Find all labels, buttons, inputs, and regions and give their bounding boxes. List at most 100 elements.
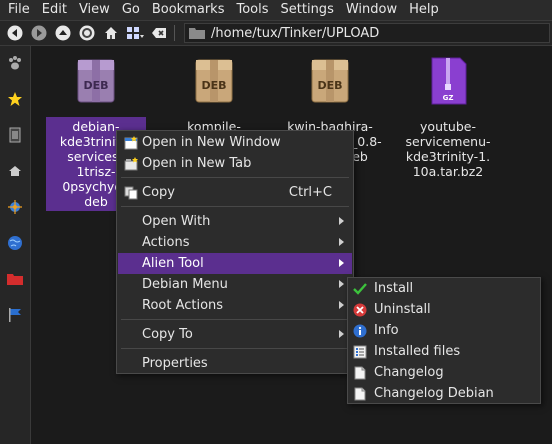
menu-separator [121,319,349,320]
up-icon[interactable] [54,24,72,42]
menu-item-open-new-window[interactable]: Open in New Window [118,132,352,153]
reload-icon[interactable] [78,24,96,42]
file-item[interactable]: GZ youtube- servicemenu- kde3trinity-1. … [398,56,498,181]
folder-icon[interactable] [6,270,24,288]
menu-separator [121,206,349,207]
menu-item-properties[interactable]: Properties [118,353,352,374]
context-menu: Open in New Window Open in New Tab Copy … [116,130,354,374]
toolbar: /home/tux/Tinker/UPLOAD [0,21,552,46]
folder-icon [189,28,205,39]
location-bar[interactable]: /home/tux/Tinker/UPLOAD [184,23,550,43]
list-icon [352,344,368,360]
menu-edit[interactable]: Edit [36,0,73,20]
menu-item-label: Open With [142,214,211,229]
menu-bookmarks[interactable]: Bookmarks [146,0,231,20]
film-icon[interactable] [6,126,24,144]
deb-package-icon: DEB [311,59,349,103]
submenu-arrow-icon [339,217,344,225]
menu-item-label: Actions [142,235,190,250]
menu-view[interactable]: View [73,0,116,20]
gz-archive-icon: GZ [431,57,467,105]
menu-go[interactable]: Go [116,0,146,20]
submenu-item-changelog[interactable]: Changelog [349,362,539,383]
paw-icon[interactable] [6,54,24,72]
submenu-arrow-icon [339,301,344,309]
check-icon [352,281,368,297]
file-name-line: 10a.tar.bz2 [412,164,484,179]
menu-item-label: Debian Menu [142,277,228,292]
menu-help[interactable]: Help [403,0,445,20]
menu-item-shortcut: Ctrl+C [288,185,332,200]
menu-item-label: Alien Tool [142,256,204,271]
menu-item-label: Copy [142,185,175,200]
home-icon[interactable] [102,24,120,42]
menu-item-label: Root Actions [142,298,224,313]
deb-package-icon: DEB [195,59,233,103]
svg-text:GZ: GZ [443,94,454,102]
home-icon[interactable] [6,162,24,180]
menu-item-spacer [123,235,139,251]
menu-item-open-with[interactable]: Open With [118,211,352,232]
document-icon [352,386,368,402]
copy-icon [123,185,139,201]
deb-package-icon: DEB [77,59,115,103]
file-name-line: kde3trinity-1. [405,149,491,164]
submenu-arrow-icon [339,280,344,288]
file-name-line: youtube- [420,119,476,134]
menu-item-actions[interactable]: Actions [118,232,352,253]
star-icon[interactable] [6,90,24,108]
file-manager-window: File Edit View Go Bookmarks Tools Settin… [0,0,552,444]
menu-item-label: Info [374,323,399,338]
submenu-item-info[interactable]: Info [349,320,539,341]
submenu-arrow-icon [339,259,344,267]
forward-icon[interactable] [30,24,48,42]
alien-tool-submenu: Install Uninstall Info Installed files C… [347,277,541,404]
info-icon [352,323,368,339]
menu-item-copy-to[interactable]: Copy To [118,324,352,345]
menu-item-alien-tool[interactable]: Alien Tool [118,253,352,274]
menu-item-label: Uninstall [374,302,431,317]
menubar: File Edit View Go Bookmarks Tools Settin… [0,0,552,21]
menu-item-spacer [123,298,139,314]
flag-icon[interactable] [6,306,24,324]
menu-item-label: Open in New Tab [142,156,252,171]
menu-settings[interactable]: Settings [275,0,340,20]
menu-item-spacer [123,327,139,343]
menu-tools[interactable]: Tools [230,0,274,20]
menu-separator [121,177,349,178]
new-window-icon [123,135,139,151]
location-path: /home/tux/Tinker/UPLOAD [211,25,380,41]
menu-item-label: Open in New Window [142,135,281,150]
menu-window[interactable]: Window [340,0,403,20]
view-mode-icon[interactable] [126,24,144,42]
submenu-item-changelog-debian[interactable]: Changelog Debian [349,383,539,404]
submenu-item-uninstall[interactable]: Uninstall [349,299,539,320]
new-tab-icon [123,156,139,172]
menu-item-label: Properties [142,356,208,371]
back-icon[interactable] [6,24,24,42]
submenu-item-install[interactable]: Install [349,278,539,299]
submenu-item-installed-files[interactable]: Installed files [349,341,539,362]
submenu-arrow-icon [339,330,344,338]
menu-item-open-new-tab[interactable]: Open in New Tab [118,153,352,174]
clear-icon[interactable] [150,24,168,42]
toolbar-separator [174,25,175,41]
file-name: youtube- servicemenu- kde3trinity-1. 10a… [398,117,498,181]
menu-item-label: Changelog [374,365,444,380]
menu-item-root-actions[interactable]: Root Actions [118,295,352,316]
network-icon[interactable] [6,198,24,216]
menu-separator [121,348,349,349]
menu-item-label: Installed files [374,344,461,359]
sidebar [0,46,31,444]
menu-item-debian-menu[interactable]: Debian Menu [118,274,352,295]
remove-icon [352,302,368,318]
menu-file[interactable]: File [0,0,36,20]
menu-item-label: Copy To [142,327,193,342]
file-name-line: servicemenu- [405,134,491,149]
globe-icon[interactable] [6,234,24,252]
document-icon [352,365,368,381]
menu-item-label: Changelog Debian [374,386,494,401]
menu-item-copy[interactable]: Copy Ctrl+C [118,182,352,203]
menu-item-spacer [123,277,139,293]
menu-item-spacer [123,356,139,372]
